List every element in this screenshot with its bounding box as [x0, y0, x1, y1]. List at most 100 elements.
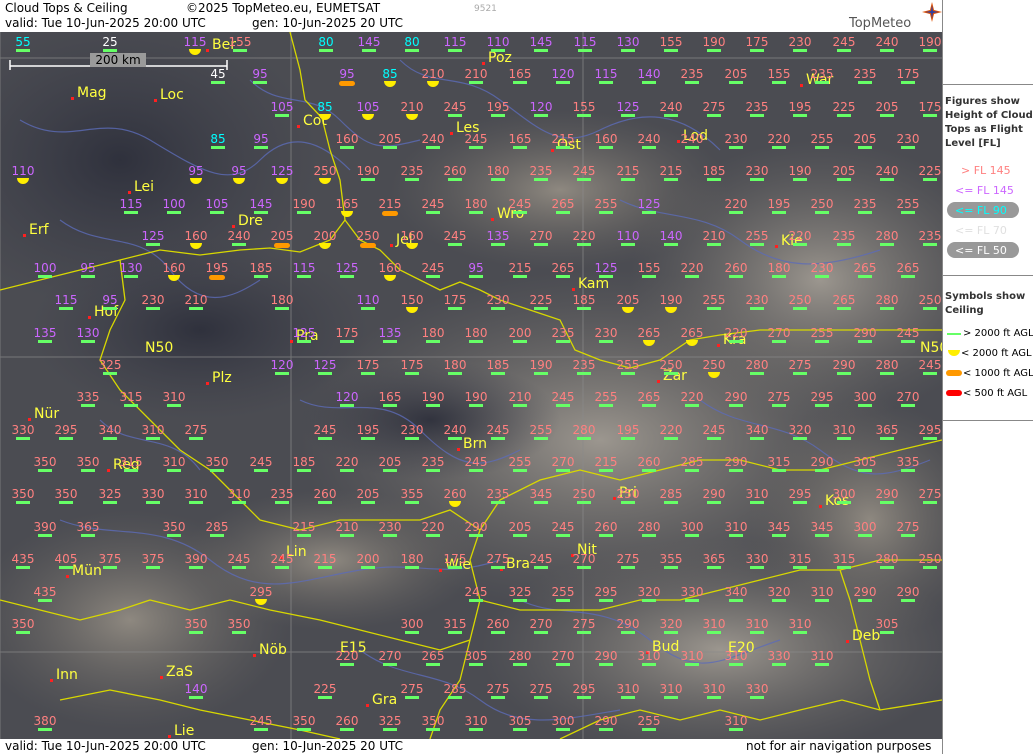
- fl-number: 290: [595, 649, 618, 663]
- ceiling-symbol: [513, 146, 527, 149]
- fl-number: 290: [854, 326, 877, 340]
- city-label: Nöb: [259, 642, 287, 658]
- city-label: Nür: [34, 406, 59, 422]
- fl-number: 190: [919, 35, 942, 49]
- fl-number: 180: [487, 164, 510, 178]
- valid-time: valid: Tue 10-Jun-2025 20:00 UTC: [5, 16, 206, 30]
- fl-number: 160: [185, 229, 208, 243]
- gen-time: gen: 10-Jun-2025 20 UTC: [252, 16, 404, 30]
- fl-number: 220: [681, 261, 704, 275]
- fl-number: 110: [487, 35, 510, 49]
- fl-number: 280: [509, 649, 532, 663]
- ceiling-symbol: [16, 631, 30, 634]
- map-svg: 200 km BerPozWarMag LocCot Les LodOstLeiWro…: [0, 32, 942, 739]
- city-marker: [366, 704, 369, 707]
- fl-number: 85: [317, 100, 332, 114]
- ceiling-symbol: [103, 372, 117, 375]
- ceiling-symbol: [621, 49, 635, 52]
- fl-number: 325: [379, 714, 402, 728]
- fl-number: 175: [336, 326, 359, 340]
- fl-number: 275: [487, 552, 510, 566]
- header-bar: Cloud Tops & Ceiling ©2025 TopMeteo.eu, …: [0, 0, 942, 32]
- fl-number: 185: [250, 261, 273, 275]
- fl-number: 310: [681, 649, 704, 663]
- ceiling-symbol: [426, 146, 440, 149]
- fl-number: 295: [811, 390, 834, 404]
- fl-number: 255: [595, 197, 618, 211]
- fl-number: 120: [530, 100, 553, 114]
- ceiling-symbol: [448, 243, 462, 246]
- fl-number: 190: [789, 164, 812, 178]
- city-marker: [128, 191, 131, 194]
- fl-number: 160: [163, 261, 186, 275]
- ceiling-symbol: [577, 631, 591, 634]
- fl-number: 115: [293, 261, 316, 275]
- fl-number: 235: [401, 164, 424, 178]
- fl-number: 345: [768, 520, 791, 534]
- ceiling-symbol: [750, 307, 764, 310]
- ceiling-symbol: [599, 599, 613, 602]
- ceiling-symbol: [858, 146, 872, 149]
- city-marker: [657, 380, 660, 383]
- ceiling-symbol: [210, 534, 224, 537]
- fl-number: 255: [746, 229, 769, 243]
- fl-value: 95: [80, 261, 96, 278]
- legend-separator: [943, 420, 1033, 421]
- ceiling-symbol: [534, 631, 548, 634]
- fl-number: 435: [34, 585, 57, 599]
- city-label: N50: [145, 340, 173, 356]
- ceiling-symbol: [599, 340, 613, 343]
- fl-number: 270: [552, 649, 575, 663]
- city-label: Kam: [578, 276, 609, 292]
- fl-number: 235: [746, 100, 769, 114]
- ceiling-symbol: [297, 275, 311, 278]
- ceiling-symbol: [599, 728, 613, 731]
- fl-number: 310: [163, 455, 186, 469]
- fl-number: 350: [12, 487, 35, 501]
- ceiling-symbol: [383, 728, 397, 731]
- legend-separator: [943, 84, 1033, 85]
- fl-number: 285: [660, 487, 683, 501]
- fl-number: 155: [660, 35, 683, 49]
- fl-number: 265: [638, 326, 661, 340]
- fl-number: 95: [253, 132, 268, 146]
- fl-number: 140: [660, 229, 683, 243]
- ceiling-symbol: [750, 696, 764, 699]
- fl-number: 180: [422, 326, 445, 340]
- map-canvas[interactable]: 200 km Ber Poz War Mag Loc Cot Les Lod Ost Lei Wro…: [0, 32, 942, 739]
- ceiling-legend-item: < 1000 ft AGL: [963, 368, 1033, 379]
- fl-number: 235: [552, 326, 575, 340]
- fl-number: 190: [357, 164, 380, 178]
- fl-number: 205: [271, 229, 294, 243]
- fl-number: 145: [250, 197, 273, 211]
- fl-number: 235: [530, 164, 553, 178]
- fl-number: 325: [99, 358, 122, 372]
- fl-number: 235: [573, 358, 596, 372]
- fl-number: 185: [703, 164, 726, 178]
- ceiling-symbol: [491, 501, 505, 504]
- ceiling-symbol: [340, 663, 354, 666]
- fl-number: 110: [12, 164, 35, 178]
- ceiling-symbol: [513, 534, 527, 537]
- ceiling-symbol: [275, 307, 289, 310]
- ceiling-symbol: [103, 49, 117, 52]
- fl-number: 95: [231, 164, 246, 178]
- fl-number: 250: [811, 197, 834, 211]
- fl-number: 260: [336, 714, 359, 728]
- ceiling-symbol: [362, 49, 376, 52]
- ceiling-symbol: [405, 631, 419, 634]
- fl-number: 390: [34, 520, 57, 534]
- ceiling-symbol: [491, 243, 505, 246]
- ceiling-symbol: [577, 114, 591, 117]
- ceiling-symbol: [880, 114, 894, 117]
- city-marker: [168, 735, 171, 738]
- ceiling-symbol: [707, 114, 721, 117]
- fl-legend-item: <= FL 70: [955, 224, 1007, 237]
- ceiling-symbol: [901, 469, 915, 472]
- ceiling-symbol: [815, 81, 829, 84]
- ceiling-symbol: [837, 49, 851, 52]
- fl-number: 290: [465, 520, 488, 534]
- fl-number: 310: [725, 649, 748, 663]
- ceiling-symbol: [360, 243, 376, 248]
- ceiling-symbol: [254, 728, 268, 731]
